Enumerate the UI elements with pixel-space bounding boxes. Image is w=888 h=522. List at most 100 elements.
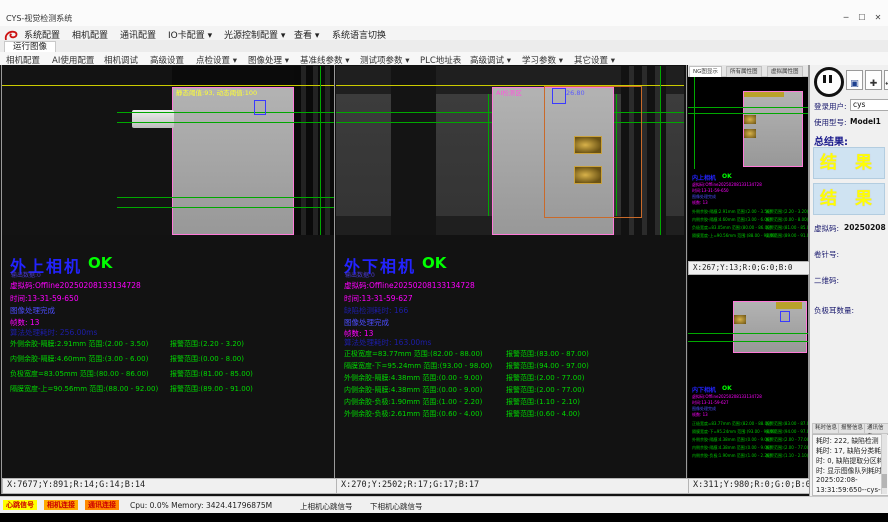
pixel-coords-small-1: X:267;Y:13;R:0;G:0;B:0: [688, 261, 812, 275]
result-panel-lower: 外下相机 OK 输出数据:0 虚拟码:Offline20250208133134…: [336, 235, 684, 478]
measure-row: 负极宽度=83.05mm 范围:(80.00 - 86.00): [10, 369, 149, 379]
alarm-range: 报警范围:(81.00 - 85.00): [170, 369, 253, 379]
measure-row: 内侧余胶-隔膜:4.38mm 范围:(0.00 - 9.00): [692, 445, 771, 451]
alarm-range: 报警范围:(1.10 - 2.10): [506, 397, 580, 407]
algo-time: 算法处理耗时: 256.00ms: [10, 327, 97, 338]
camera-image-small-1[interactable]: 内上相机 OK 虚拟码:Offline20250208133134728 时间:…: [688, 77, 808, 261]
alarm-range: 报警范围:(2.20 - 3.20): [766, 209, 808, 215]
comm-link-badge: 通讯连接: [85, 500, 119, 510]
tool-button-2[interactable]: ✚: [865, 70, 882, 90]
separator: [686, 65, 687, 494]
roi-box: [552, 88, 566, 104]
process-done: 图像处理完成: [10, 305, 55, 316]
tab-fold: [574, 166, 602, 184]
result-panel-upper: 外上相机 OK 输出数据:0 虚拟码:Offline20250208133134…: [2, 235, 334, 478]
virtual-code: 虚拟码:Offline20250208133134728: [10, 280, 141, 291]
tool-button-3[interactable]: ←: [884, 70, 888, 90]
toolbar: 相机配置 AI使用配置 相机调试 高级设置 点检设置 ▾ 图像处理 ▾ 基准线参…: [0, 52, 888, 66]
log-scrollbar[interactable]: [881, 434, 887, 494]
pixel-coords-lower: X:270;Y:2502;R:17;G:17;B:17: [336, 478, 690, 494]
alarm-range: 报警范围:(94.00 - 97.00): [766, 429, 808, 435]
measure-row: 负极宽度=83.05mm 范围:(80.00 - 86.00): [692, 225, 771, 231]
login-label: 登录用户:: [814, 101, 847, 112]
roi-box: [254, 100, 266, 115]
title-bar: CYS-视觉检测系统 ─ ☐ ✕: [0, 0, 888, 27]
status-ok: OK: [722, 173, 732, 180]
status-bar: 心跳信号 相机连接 通讯连接 Cpu: 0.0% Memory: 3424.41…: [0, 496, 888, 513]
window-title: CYS-视觉检测系统: [6, 13, 72, 24]
vcode-label: 虚拟码:: [814, 223, 839, 234]
alarm-range: 报警范围:(0.60 - 4.00): [506, 409, 580, 419]
alarm-range: 报警范围:(2.20 - 3.20): [170, 339, 244, 349]
pixel-coords-small-2: X:311;Y:980;R:0;G:0;B:0: [688, 478, 812, 494]
measure-row: 外侧余胶-隔膜:4.38mm 范围:(0.00 - 9.00): [692, 437, 771, 443]
alarm-range: 报警范围:(83.00 - 87.00): [506, 349, 589, 359]
small-view-tabs: NG图显示 所有属性图 虚拟属性图: [688, 65, 808, 77]
alarm-range: 报警范围:(89.00 - 91.00): [766, 233, 808, 239]
result-box-2: 结 果: [813, 183, 885, 215]
total-result-label: 总结果:: [814, 133, 848, 148]
algo-time: 算法处理耗时: 163.00ms: [344, 337, 431, 348]
measure-row: 隔膜宽度-下=95.24mm 范围:(93.00 - 98.00): [692, 429, 777, 435]
camera-link-badge: 相机连接: [44, 500, 78, 510]
pause-icon: [823, 75, 826, 83]
frame-count: 帧数: 13: [692, 200, 708, 206]
measure-row: 正极宽度=83.77mm 范围:(82.00 - 88.00): [692, 421, 771, 427]
output-sub: 输出数据:0: [345, 270, 375, 279]
measure-row: 隔膜宽度-上=90.56mm 范围:(88.00 - 92.00): [10, 384, 158, 394]
alarm-range: 报警范围:(2.00 - 77.00): [766, 437, 808, 443]
measure-row: 隔膜宽度-下=95.24mm 范围:(93.00 - 98.00): [344, 361, 492, 371]
pause-button[interactable]: [814, 67, 844, 97]
result-text: 结 果: [820, 153, 878, 173]
measure-row: 内侧余胶-隔膜:4.38mm 范围:(0.00 - 9.00): [344, 385, 482, 395]
vcode-value: 20250208: [844, 223, 886, 232]
separator: [334, 65, 335, 494]
measure-row: 正极宽度=83.77mm 范围:(82.00 - 88.00): [344, 349, 483, 359]
overlay-strip: [776, 302, 802, 309]
measure-row: 内侧余胶-隔膜:4.60mm 范围:(3.00 - 6.00): [10, 354, 148, 364]
alarm-range: 报警范围:(2.00 - 77.00): [506, 373, 584, 383]
status-ok: OK: [422, 254, 446, 272]
tab-count-label: 负极耳数量:: [814, 305, 854, 316]
alarm-range: 报警范围:(89.00 - 91.00): [170, 384, 253, 394]
time-line: 时间:13-31-59-650: [10, 293, 79, 304]
roi-value: 26.80: [566, 89, 585, 97]
maximize-icon[interactable]: ☐: [854, 12, 870, 24]
result-box-1: 结 果: [813, 147, 885, 179]
cpu-memory-readout: Cpu: 0.0% Memory: 3424.41796875M: [130, 501, 272, 510]
alarm-range: 报警范围:(1.10 - 2.10): [766, 453, 808, 459]
model-value: Model1: [850, 117, 881, 126]
camera-title: 内下相机: [692, 385, 716, 394]
scrollbar-thumb[interactable]: [882, 474, 887, 488]
upper-cam-heartbeat: 上相机心跳信号: [300, 501, 353, 512]
tab-fold: [574, 136, 602, 154]
alarm-range: 报警范围:(2.00 - 77.00): [766, 445, 808, 451]
app-window: CYS-视觉检测系统 ─ ☐ ✕ 系统配置 相机配置 通讯配置 IO卡配置 ▾ …: [0, 0, 888, 522]
output-sub: 输出数据:0: [11, 270, 41, 279]
log-tab-comm[interactable]: 通讯信息: [864, 423, 888, 434]
lower-cam-heartbeat: 下相机心跳信号: [370, 501, 423, 512]
overlay-strip: [744, 92, 784, 97]
camera-image-lower[interactable]: 26.80 AI检测区: [336, 66, 684, 235]
camera-image-small-2[interactable]: 内下相机 OK 虚拟码:Offline20250208133134728 时间:…: [688, 275, 808, 478]
alarm-range: 报警范围:(94.00 - 97.00): [506, 361, 589, 371]
overlay-yellow-line: [2, 85, 334, 86]
defect-time: 缺陷检测耗时: 166: [344, 305, 408, 316]
result-text: 结 果: [820, 189, 878, 209]
camera-image-upper[interactable]: 静态阈值:93, 动态阈值:100: [2, 66, 334, 235]
close-icon[interactable]: ✕: [870, 12, 886, 24]
alarm-range: 报警范围:(2.00 - 77.00): [506, 385, 584, 395]
login-value[interactable]: cys: [850, 99, 888, 111]
measure-row: 外侧余胶-隔膜:2.91mm 范围:(2.00 - 3.50): [692, 209, 771, 215]
measure-row: 内侧余胶-隔膜:4.60mm 范围:(3.00 - 6.00): [692, 217, 771, 223]
minimize-icon[interactable]: ─: [838, 12, 854, 24]
alarm-range: 报警范围:(81.00 - 85.00): [766, 225, 808, 231]
pin-label: 卷针号:: [814, 249, 839, 260]
measure-row: 外侧余胶-隔膜:2.91mm 范围:(2.00 - 3.50): [10, 339, 148, 349]
log-tab-timing[interactable]: 耗时信息: [812, 423, 840, 434]
control-sidebar: ▣ ✚ ← 登录用户: cys 使用型号: Model1 总结果: 结 果 结 …: [809, 65, 888, 496]
tool-button-1[interactable]: ▣: [846, 70, 863, 90]
log-output: 耗时: 222, 缺陷检测耗时: 17, 缺陷分类耗时: 0, 缺陷提取分区耗时…: [812, 434, 888, 496]
alarm-range: 报警范围:(0.00 - 8.00): [170, 354, 244, 364]
log-tab-alarm[interactable]: 报警信息: [838, 423, 866, 434]
